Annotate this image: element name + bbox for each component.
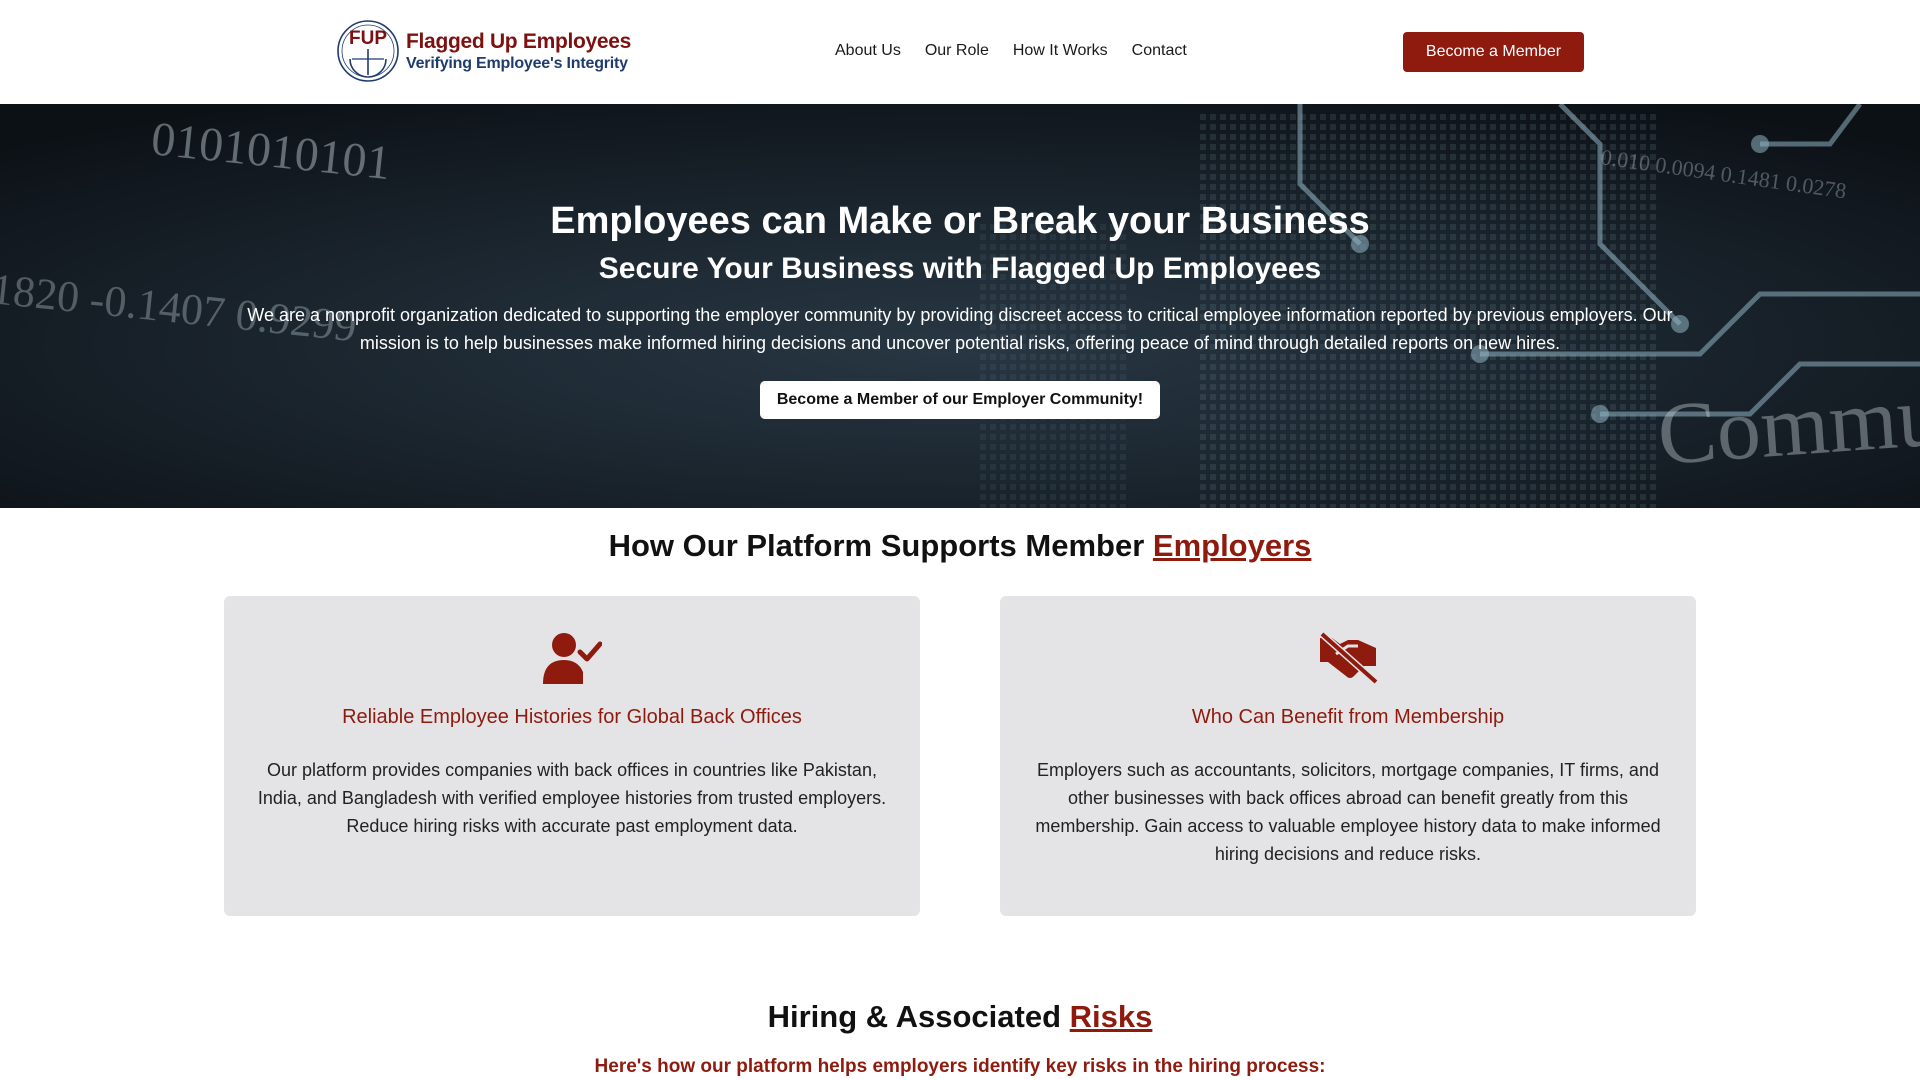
become-member-button[interactable]: Become a Member bbox=[1403, 32, 1584, 72]
card-title: Who Can Benefit from Membership bbox=[1191, 706, 1505, 728]
platform-title-prefix: How Our Platform Supports Member bbox=[608, 528, 1145, 563]
hero-banner: 0101010101 1820 -0.1407 0.9299 0.010 0.0… bbox=[0, 104, 1920, 508]
logo-letters: FUP bbox=[349, 28, 387, 49]
hero-description: We are a nonprofit organization dedicate… bbox=[247, 305, 1673, 353]
nav-how-it-works[interactable]: How It Works bbox=[1013, 42, 1108, 60]
card-body: Our platform provides companies with bac… bbox=[257, 760, 887, 836]
nav-our-role[interactable]: Our Role bbox=[925, 42, 989, 60]
site-header: FUP Flagged Up Employees Verifying Emplo… bbox=[0, 0, 1920, 104]
card-membership-benefits: Who Can Benefit from Membership Employer… bbox=[1000, 596, 1696, 916]
platform-title-accent-link[interactable]: Employers bbox=[1153, 528, 1312, 563]
risks-title-accent-link[interactable]: Risks bbox=[1070, 999, 1153, 1034]
card-body: Employers such as accountants, solicitor… bbox=[1035, 760, 1661, 864]
card-title: Reliable Employee Histories for Global B… bbox=[342, 706, 802, 728]
brand-tagline: Verifying Employee's Integrity bbox=[406, 54, 628, 72]
handshake-slash-icon bbox=[1318, 631, 1379, 685]
card-employee-histories: Reliable Employee Histories for Global B… bbox=[224, 596, 920, 916]
brand-name: Flagged Up Employees bbox=[406, 29, 632, 53]
hero-title: Employees can Make or Break your Busines… bbox=[550, 200, 1370, 242]
main-nav: About Us Our Role How It Works Contact bbox=[835, 42, 1187, 60]
user-check-icon bbox=[542, 632, 603, 684]
risks-title-prefix: Hiring & Associated bbox=[767, 999, 1062, 1034]
risks-section-title: Hiring & Associated Risks bbox=[0, 999, 1920, 1035]
logo[interactable]: FUP Flagged Up Employees Verifying Emplo… bbox=[336, 19, 631, 83]
join-community-button[interactable]: Become a Member of our Employer Communit… bbox=[760, 381, 1160, 419]
platform-section-title: How Our Platform Supports Member Employe… bbox=[0, 528, 1920, 564]
risks-subtitle: Here's how our platform helps employers … bbox=[594, 1056, 1326, 1077]
nav-contact[interactable]: Contact bbox=[1132, 42, 1187, 60]
hero-subtitle: Secure Your Business with Flagged Up Emp… bbox=[598, 252, 1322, 285]
logo-emblem-icon: FUP bbox=[336, 19, 400, 83]
nav-about-us[interactable]: About Us bbox=[835, 42, 901, 60]
